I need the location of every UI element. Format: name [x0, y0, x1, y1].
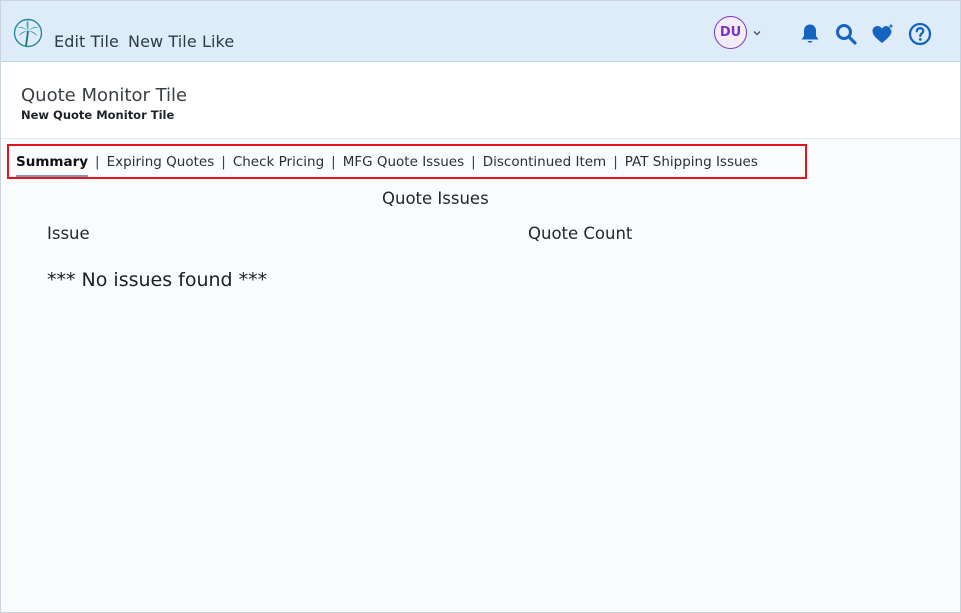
tab-pat-shipping-issues[interactable]: PAT Shipping Issues [625, 152, 758, 172]
tab-separator: | [331, 153, 336, 170]
tab-summary[interactable]: Summary [16, 152, 89, 177]
empty-message: *** No issues found *** [47, 269, 268, 291]
page-title: Quote Monitor Tile [21, 85, 188, 106]
column-header-issue: Issue [47, 224, 90, 243]
bell-icon[interactable] [798, 22, 822, 46]
column-header-quote-count: Quote Count [528, 224, 633, 243]
edit-tile-link[interactable]: Edit Tile [54, 32, 119, 51]
sparkle-heart-icon[interactable] [870, 21, 896, 47]
tab-separator: | [221, 153, 226, 170]
section-title: Quote Issues [382, 189, 489, 208]
tab-bar: Summary | Expiring Quotes | Check Pricin… [7, 144, 807, 179]
avatar[interactable]: DU [714, 16, 747, 49]
tab-separator: | [471, 153, 476, 170]
page-header: Quote Monitor Tile New Quote Monitor Til… [1, 63, 960, 139]
chevron-down-icon[interactable] [752, 29, 762, 37]
palm-tree-logo[interactable] [13, 17, 43, 49]
tab-separator: | [613, 153, 618, 170]
tab-discontinued-item[interactable]: Discontinued Item [483, 152, 606, 172]
help-icon[interactable] [908, 22, 932, 46]
page-subtitle: New Quote Monitor Tile [21, 108, 175, 122]
search-icon[interactable] [834, 22, 858, 46]
app-window: Edit Tile New Tile Like DU Quote Monitor… [0, 0, 961, 613]
tab-mfg-quote-issues[interactable]: MFG Quote Issues [343, 152, 464, 172]
new-tile-like-link[interactable]: New Tile Like [128, 32, 234, 51]
tab-check-pricing[interactable]: Check Pricing [233, 152, 324, 172]
top-bar: Edit Tile New Tile Like DU [1, 1, 960, 62]
tab-separator: | [95, 153, 100, 170]
tab-expiring-quotes[interactable]: Expiring Quotes [107, 152, 215, 172]
